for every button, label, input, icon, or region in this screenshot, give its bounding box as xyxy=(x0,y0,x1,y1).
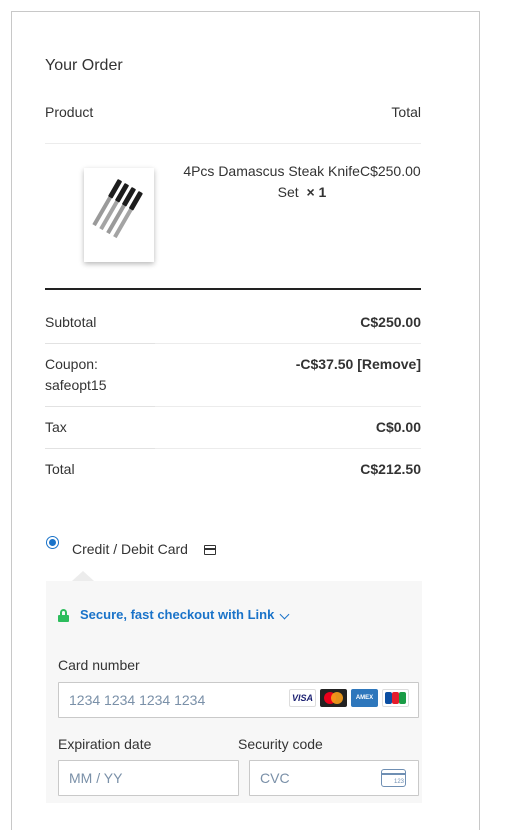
jcb-icon xyxy=(382,689,409,707)
card-number-label: Card number xyxy=(58,657,140,673)
product-name: 4Pcs Damascus Steak Knife xyxy=(183,163,360,179)
totals-divider xyxy=(45,288,421,290)
product-name-continued: Set xyxy=(277,184,299,200)
expiration-label: Expiration date xyxy=(58,736,152,752)
order-title: Your Order xyxy=(45,57,123,74)
divider xyxy=(45,448,421,449)
divider xyxy=(45,406,421,407)
subtotal-value: C$250.00 xyxy=(360,314,421,330)
panel-pointer xyxy=(72,571,94,581)
subtotal-label: Subtotal xyxy=(45,314,97,330)
product-price: C$250.00 xyxy=(359,163,421,179)
lock-icon xyxy=(58,609,69,622)
product-image[interactable] xyxy=(84,168,154,262)
credit-card-radio[interactable] xyxy=(46,536,59,549)
security-code-label: Security code xyxy=(238,736,323,752)
chevron-down-icon[interactable] xyxy=(279,609,290,620)
expiration-input[interactable] xyxy=(58,760,239,796)
tax-label: Tax xyxy=(45,419,67,435)
payment-method-label[interactable]: Credit / Debit Card xyxy=(72,541,188,557)
divider xyxy=(45,143,421,144)
product-line: 4Pcs Damascus Steak KnifeC$250.00 Set × … xyxy=(183,161,421,203)
coupon-label: Coupon: safeopt15 xyxy=(45,356,107,393)
total-value: C$212.50 xyxy=(360,461,421,477)
coupon-remove-link[interactable]: -C$37.50 [Remove] xyxy=(296,354,421,375)
link-checkout-text[interactable]: Secure, fast checkout with Link xyxy=(80,607,274,622)
mastercard-icon xyxy=(320,689,347,707)
amex-icon: AMEX xyxy=(351,689,378,707)
link-checkout-toggle[interactable]: Secure, fast checkout with Link xyxy=(58,606,298,624)
coupon-code: safeopt15 xyxy=(45,377,107,393)
knife-set-icon xyxy=(92,179,143,239)
total-label: Total xyxy=(45,461,75,477)
tax-value: C$0.00 xyxy=(375,419,421,435)
visa-icon: VISA xyxy=(289,689,316,707)
card-icon xyxy=(204,545,216,555)
product-quantity: × 1 xyxy=(306,184,327,200)
total-column-header: Total xyxy=(391,104,421,120)
product-column-header: Product xyxy=(45,104,94,120)
divider xyxy=(45,343,421,344)
order-table-header: Product Total xyxy=(45,104,421,120)
cvc-card-icon: 123 xyxy=(381,769,406,787)
